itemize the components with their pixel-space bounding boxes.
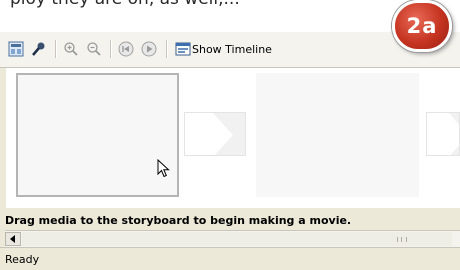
show-timeline-button[interactable]: Show Timeline <box>192 40 272 58</box>
scrollbar-thumb[interactable] <box>22 232 452 246</box>
storyboard-view-icon[interactable] <box>8 41 24 57</box>
status-bar: Ready <box>0 247 460 270</box>
rewind-icon[interactable] <box>118 41 134 57</box>
toolbar-separator <box>110 40 112 58</box>
storyboard-hint-text: Drag media to the storyboard to begin ma… <box>5 214 352 227</box>
scrollbar-grip-icon <box>397 237 407 242</box>
storyboard-area[interactable] <box>6 68 460 208</box>
toolbar-separator <box>166 40 168 58</box>
storyboard-frame-2[interactable] <box>256 73 419 197</box>
transition-slot-2[interactable] <box>426 112 460 156</box>
zoom-in-icon[interactable] <box>63 41 79 57</box>
movie-maker-window: Show Timeline Drag media to the storyboa… <box>0 32 460 270</box>
storyboard-toolbar: Show Timeline <box>0 32 460 68</box>
narrate-icon[interactable] <box>30 41 46 57</box>
cropped-caption-text: ploy they are on, as well,... <box>10 0 240 9</box>
toolbar-separator <box>55 40 57 58</box>
status-text: Ready <box>5 253 40 266</box>
transition-slot-1[interactable] <box>184 112 246 156</box>
timeline-icon[interactable] <box>175 41 191 57</box>
step-badge-label: 2a <box>406 14 438 38</box>
scroll-left-arrow-icon <box>10 235 15 243</box>
play-icon[interactable] <box>141 41 157 57</box>
storyboard-frame-1[interactable] <box>16 73 179 197</box>
show-timeline-label: Show Timeline <box>192 42 272 56</box>
horizontal-scrollbar[interactable] <box>5 230 460 247</box>
step-badge: 2a <box>392 0 452 52</box>
mouse-cursor-icon <box>157 158 171 183</box>
scroll-left-button[interactable] <box>5 232 21 246</box>
zoom-out-icon[interactable] <box>86 41 102 57</box>
